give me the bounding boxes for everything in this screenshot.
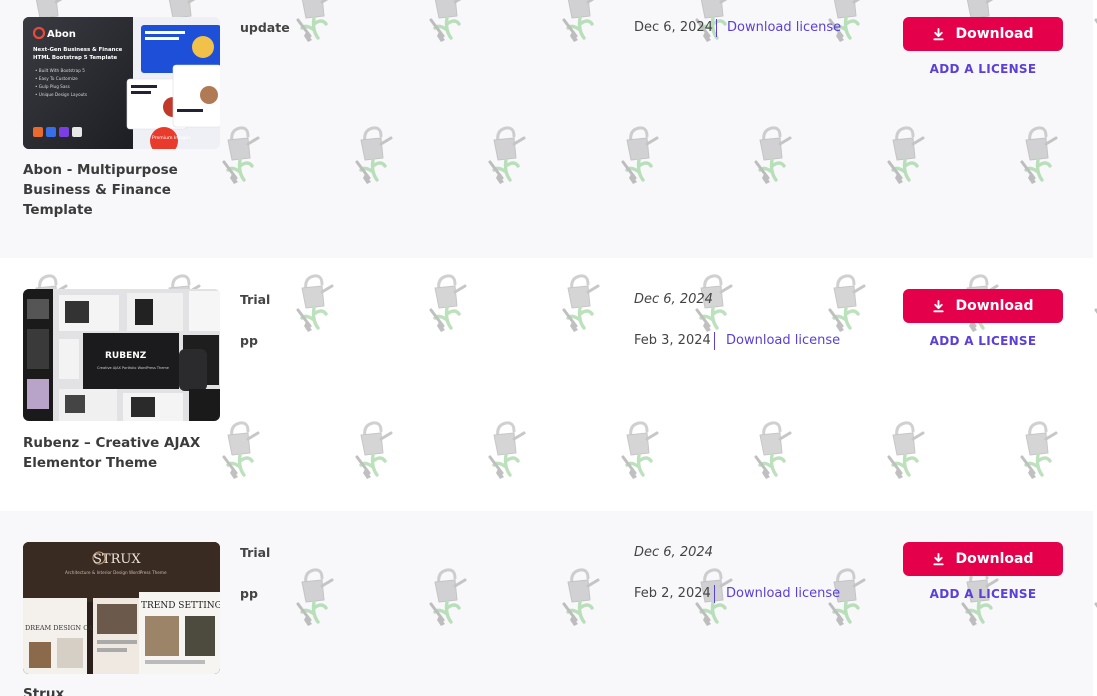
download-license-link[interactable]: Download license xyxy=(726,586,840,601)
add-license-link[interactable]: ADD A LICENSE xyxy=(903,587,1063,601)
item-title[interactable]: Strux xyxy=(23,684,223,696)
svg-text:Premium Images: Premium Images xyxy=(152,135,191,141)
download-button-label: Download xyxy=(955,26,1034,42)
download-icon xyxy=(933,552,945,565)
download-button-label: Download xyxy=(955,298,1034,314)
svg-text:Creative AJAX Portfolio WordPr: Creative AJAX Portfolio WordPress Theme xyxy=(97,366,169,370)
license-date: Dec 6, 2024 xyxy=(634,545,713,560)
item-thumbnail[interactable]: RUBENZ Creative AJAX Portfolio WordPress… xyxy=(23,289,220,421)
download-button-label: Download xyxy=(955,551,1034,567)
download-icon xyxy=(933,27,945,40)
license-date: Dec 6, 2024 xyxy=(634,20,713,35)
add-license-link[interactable]: ADD A LICENSE xyxy=(903,62,1063,76)
license-type-label: pp xyxy=(240,333,258,348)
download-license-link[interactable]: Download license xyxy=(726,333,840,348)
item-title[interactable]: Abon - Multipurpose Business & Finance T… xyxy=(23,160,223,220)
license-type-label: pp xyxy=(240,586,258,601)
strux-preview-image: STRUX Architecture & Interior Design Wor… xyxy=(23,542,220,674)
add-license-link[interactable]: ADD A LICENSE xyxy=(903,334,1063,348)
svg-text:Architecture & Interior Design: Architecture & Interior Design WordPress… xyxy=(65,570,167,575)
license-date: Feb 3, 2024 xyxy=(634,333,711,348)
item-title[interactable]: Rubenz – Creative AJAX Elementor Theme xyxy=(23,433,223,473)
download-button[interactable]: Download xyxy=(903,17,1063,51)
download-icon xyxy=(933,299,945,312)
abon-preview-image: Abon Next-Gen Business & Finance HTML Bo… xyxy=(23,17,220,149)
thumb-brand: RUBENZ xyxy=(105,351,147,361)
svg-text:Next-Gen Business & Finance: Next-Gen Business & Finance xyxy=(33,47,123,53)
download-license-link[interactable]: Download license xyxy=(727,20,841,35)
svg-text:• Easy To Customize: • Easy To Customize xyxy=(35,76,78,81)
item-thumbnail[interactable]: Abon Next-Gen Business & Finance HTML Bo… xyxy=(23,17,220,149)
purchases-page: Abon Next-Gen Business & Finance HTML Bo… xyxy=(0,0,1097,696)
thumb-brand: Abon xyxy=(47,29,76,40)
svg-text:TREND SETTING: TREND SETTING xyxy=(141,601,220,611)
license-type-label: Trial xyxy=(240,545,271,560)
license-type-label: update xyxy=(240,20,290,35)
svg-text:• Unique Design Layouts: • Unique Design Layouts xyxy=(35,92,87,97)
thumb-brand: STRUX xyxy=(93,552,141,567)
license-date: Dec 6, 2024 xyxy=(634,292,713,307)
item-thumbnail[interactable]: STRUX Architecture & Interior Design Wor… xyxy=(23,542,220,674)
svg-text:• Built With Bootstrap 5: • Built With Bootstrap 5 xyxy=(35,68,85,73)
license-date: Feb 2, 2024 xyxy=(634,586,711,601)
divider xyxy=(714,585,715,603)
svg-text:• Gulp Plug Sass: • Gulp Plug Sass xyxy=(35,84,70,89)
divider xyxy=(714,332,715,350)
rubenz-preview-image: RUBENZ Creative AJAX Portfolio WordPress… xyxy=(23,289,220,421)
divider xyxy=(716,19,717,37)
download-button[interactable]: Download xyxy=(903,542,1063,576)
license-type-label: Trial xyxy=(240,292,271,307)
download-button[interactable]: Download xyxy=(903,289,1063,323)
svg-text:HTML Bootstrap 5 Template: HTML Bootstrap 5 Template xyxy=(33,55,118,61)
